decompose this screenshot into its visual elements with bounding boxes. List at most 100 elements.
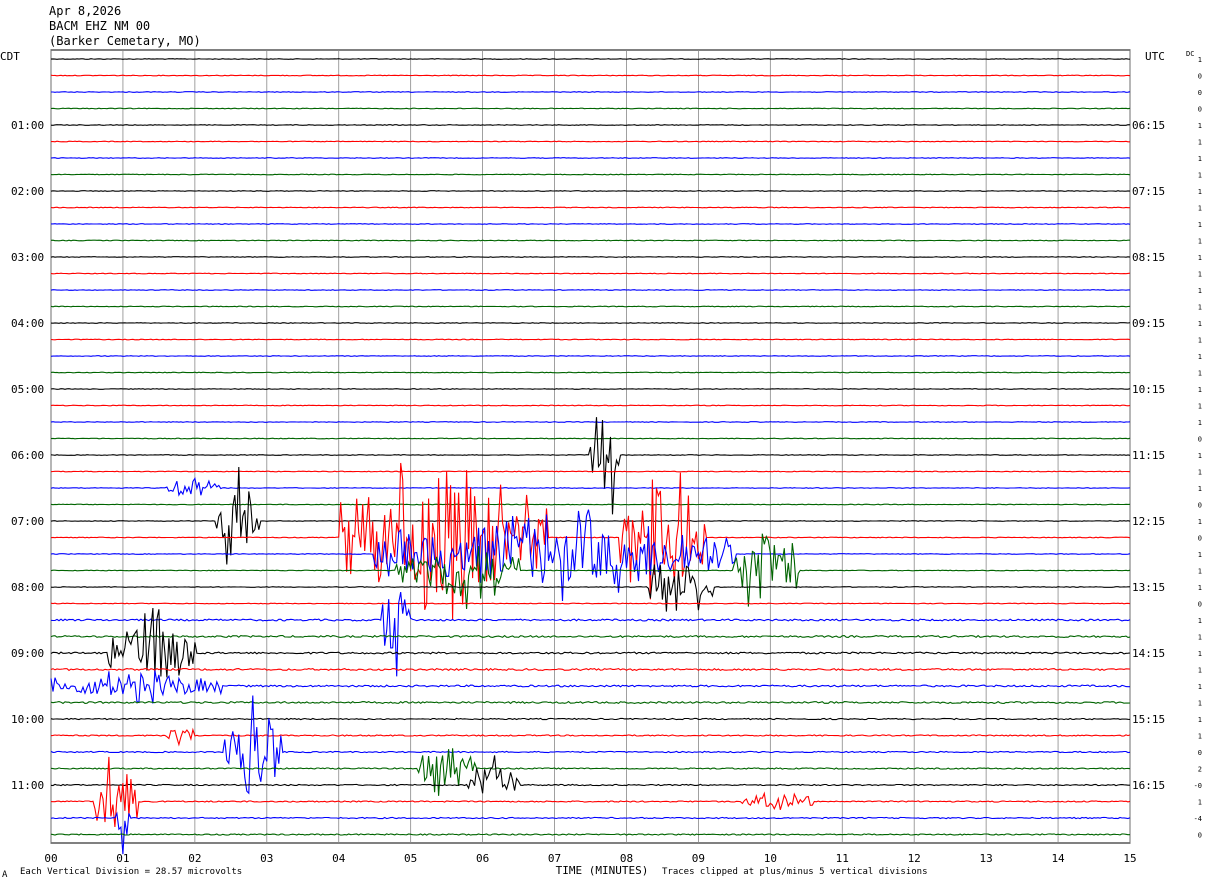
trace-line xyxy=(50,58,1131,60)
x-tick-label: 15 xyxy=(1123,852,1136,865)
dc-offset-label: 1 xyxy=(1198,584,1202,592)
utc-hour-label: 07:15 xyxy=(1132,185,1165,198)
trace-line xyxy=(50,239,1130,242)
dc-offset-label: 1 xyxy=(1198,733,1202,741)
dc-offset-label: 1 xyxy=(1198,716,1202,724)
dc-offset-label: 1 xyxy=(1198,205,1202,213)
dc-offset-label: 1 xyxy=(1198,799,1202,807)
dc-offset-label: 0 xyxy=(1198,89,1202,97)
dc-offset-label: 1 xyxy=(1198,650,1202,658)
utc-hour-label: 14:15 xyxy=(1132,647,1165,660)
trace-line xyxy=(50,371,1131,374)
dc-offset-label: 1 xyxy=(1198,370,1202,378)
dc-offset-label: 2 xyxy=(1198,766,1202,774)
utc-hour-label: 12:15 xyxy=(1132,515,1165,528)
date-label: Apr 8,2026 xyxy=(49,4,122,18)
dc-offset-label: 1 xyxy=(1198,634,1202,642)
dc-offset-label: 0 xyxy=(1198,73,1202,81)
dc-offset-label: 1 xyxy=(1198,485,1202,493)
dc-offset-label: -4 xyxy=(1194,815,1202,823)
trace-line xyxy=(50,667,1131,672)
dc-offset-label: 0 xyxy=(1198,502,1202,510)
trace-line xyxy=(50,607,1131,678)
scale-note: Each Vertical Division = 28.57 microvolt… xyxy=(20,867,243,877)
utc-hour-label: 11:15 xyxy=(1132,449,1165,462)
trace-line xyxy=(50,476,1131,497)
utc-axis-label: UTC xyxy=(1145,50,1165,63)
trace-line xyxy=(50,437,1131,440)
dc-offset-label: 0 xyxy=(1198,749,1202,757)
cdt-hour-label: 01:00 xyxy=(11,119,44,132)
trace-line xyxy=(50,388,1131,390)
trace-line xyxy=(50,748,1131,796)
trace-line xyxy=(50,564,1130,612)
seismogram-plot: CDT UTC DC 01:00 02:00 03:00 04:00 05:00 06:00 07… xyxy=(0,49,1202,877)
trace-line xyxy=(51,223,1131,225)
trace-line xyxy=(50,755,1130,794)
cdt-hour-label: 05:00 xyxy=(11,383,44,396)
dc-offset-label: 1 xyxy=(1198,419,1202,427)
clip-note: Traces clipped at plus/minus 5 vertical … xyxy=(662,867,928,877)
trace-line xyxy=(50,727,1131,747)
trace-line xyxy=(50,206,1130,209)
dc-offset-label: 1 xyxy=(1198,254,1202,262)
dc-offset-label: 0 xyxy=(1198,601,1202,609)
dc-offset-label: -0 xyxy=(1194,782,1202,790)
x-tick-label: 09 xyxy=(692,852,705,865)
dc-offset-label: 1 xyxy=(1198,155,1202,163)
dc-offset-label: 1 xyxy=(1198,221,1202,229)
dc-offset-label: 0 xyxy=(1198,106,1202,114)
dc-offset-label: 1 xyxy=(1198,304,1202,312)
dc-offset-label: 1 xyxy=(1198,617,1202,625)
cdt-hour-label: 02:00 xyxy=(11,185,44,198)
dc-offset-label: 1 xyxy=(1198,320,1202,328)
dc-offset-label: 1 xyxy=(1198,403,1202,411)
x-tick-label: 05 xyxy=(404,852,417,865)
trace-line xyxy=(50,289,1130,291)
trace-line xyxy=(50,591,1131,677)
dc-offset-label: 1 xyxy=(1198,667,1202,675)
dc-offset-label: 1 xyxy=(1198,469,1202,477)
dc-offset-label: 0 xyxy=(1198,436,1202,444)
trace-line xyxy=(50,173,1131,176)
trace-line xyxy=(51,91,1131,93)
dc-label: DC xyxy=(1186,50,1194,58)
x-tick-label: 10 xyxy=(764,852,777,865)
trace-line xyxy=(50,533,1131,610)
utc-hour-label: 10:15 xyxy=(1132,383,1165,396)
trace-line xyxy=(50,602,1131,605)
utc-hour-label: 16:15 xyxy=(1132,779,1165,792)
trace-line xyxy=(50,322,1131,324)
dc-offset-label: 1 xyxy=(1198,172,1202,180)
dc-offset-label: 1 xyxy=(1198,122,1202,130)
dc-offset-label: 0 xyxy=(1198,535,1202,543)
x-tick-label: 00 xyxy=(44,852,57,865)
cdt-hour-label: 07:00 xyxy=(11,515,44,528)
corner-mark: A xyxy=(2,870,8,880)
trace-line xyxy=(50,305,1131,308)
trace-line xyxy=(50,338,1131,341)
trace-line xyxy=(50,470,1131,473)
trace-line xyxy=(50,107,1131,110)
cdt-axis-label: CDT xyxy=(0,50,20,63)
utc-hour-label: 15:15 xyxy=(1132,713,1165,726)
dc-offset-label: 1 xyxy=(1198,271,1202,279)
trace-line xyxy=(50,833,1130,836)
x-tick-label: 03 xyxy=(260,852,273,865)
minute-gridlines xyxy=(50,49,1131,844)
x-tick-label: 13 xyxy=(980,852,993,865)
cdt-hour-label: 11:00 xyxy=(11,779,44,792)
trace-line xyxy=(50,700,1131,705)
dc-offset-label: 1 xyxy=(1198,386,1202,394)
cdt-hour-label: 08:00 xyxy=(11,581,44,594)
x-tick-label: 06 xyxy=(476,852,489,865)
trace-line xyxy=(50,74,1131,77)
trace-line xyxy=(50,404,1131,407)
trace-line xyxy=(50,355,1131,357)
cdt-hour-label: 06:00 xyxy=(11,449,44,462)
dc-offset-label: 1 xyxy=(1198,139,1202,147)
x-tick-label: 14 xyxy=(1051,852,1065,865)
trace-line xyxy=(50,256,1131,258)
dc-offset-label: 0 xyxy=(1198,832,1202,840)
utc-hour-label: 09:15 xyxy=(1132,317,1165,330)
